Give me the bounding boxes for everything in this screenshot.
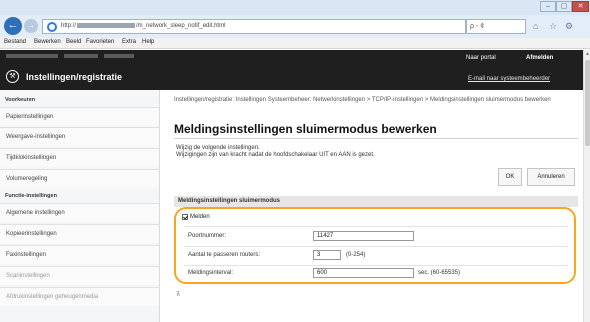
scrollbar-thumb[interactable] <box>585 60 590 146</box>
url-text: http:///m_network_sleep_notif_edit.html <box>61 23 226 30</box>
address-bar[interactable]: http:///m_network_sleep_notif_edit.html <box>42 19 466 34</box>
port-number-input[interactable]: 11427 <box>313 231 414 241</box>
close-button[interactable]: ✕ <box>572 1 589 12</box>
instruction-line-1: Wijzig de volgende instellingen. <box>176 145 260 151</box>
sidebar-item-volume-control[interactable]: Volumeregeling <box>0 169 159 188</box>
sidebar: Voorkeuren Papierinstellingen Weergave-i… <box>0 90 160 322</box>
back-button[interactable]: ← <box>4 17 22 35</box>
sidebar-item-scan-settings[interactable]: Scaninstellingen <box>0 266 159 285</box>
sidebar-item-print-media-settings[interactable]: Afdrukinstellingen geheugenmedia <box>0 287 159 306</box>
app-header: Naar portal Afmelden ⚒ Instellingen/regi… <box>0 50 583 90</box>
app-title: Instellingen/registratie <box>26 72 123 82</box>
menu-item-beeld[interactable]: Beeld <box>66 39 81 45</box>
masked-host <box>77 23 136 28</box>
window-title-bar: – ▢ ✕ <box>0 0 590 15</box>
sidebar-item-general-settings[interactable]: Algemene instellingen <box>0 203 159 222</box>
page-top-icon[interactable]: ⊼ <box>176 291 180 298</box>
routers-label: Aantal te passeren routers: <box>188 252 261 258</box>
notify-checkbox-row[interactable]: Melden <box>182 214 210 221</box>
sidebar-item-copy-settings[interactable]: Kopieerinstellingen <box>0 224 159 243</box>
address-search-input[interactable]: ρ - ¢ <box>466 19 526 34</box>
routers-range-note: (0-254) <box>346 252 366 258</box>
menu-bar: Bestand Bewerken Beeld Favorieten Extra … <box>0 38 590 49</box>
maximize-button[interactable]: ▢ <box>556 1 572 12</box>
interval-label: Meldingsinterval: <box>188 270 234 276</box>
sidebar-section-preferences: Voorkeuren <box>5 97 36 103</box>
cancel-button[interactable]: Annuleren <box>527 168 575 186</box>
menu-item-extra[interactable]: Extra <box>122 39 136 45</box>
page-title: Meldingsinstellingen sluimermodus bewerk… <box>174 122 437 136</box>
row-divider <box>184 226 568 227</box>
minimize-button[interactable]: – <box>540 1 556 12</box>
notify-label: Melden <box>190 214 210 220</box>
browser-window: – ▢ ✕ ← → http:///m_network_sleep_notif_… <box>0 0 590 322</box>
row-divider <box>184 246 568 247</box>
instruction-line-2: Wijzigingen zijn van kracht nadat de hoo… <box>176 152 375 158</box>
home-icon[interactable]: ⌂ <box>533 21 538 31</box>
vertical-scrollbar[interactable]: ▲ <box>583 50 590 322</box>
masked-device-info <box>104 54 134 58</box>
settings-gear-icon[interactable]: ⚙ <box>565 21 573 32</box>
email-admin-link[interactable]: E-mail naar systeembeheerder <box>468 76 550 82</box>
sidebar-section-function-settings: Functie-instellingen <box>5 193 57 199</box>
notify-checkbox[interactable] <box>182 214 188 220</box>
masked-device-name <box>6 54 58 58</box>
ie-page-icon <box>47 22 57 32</box>
sidebar-item-timer-settings[interactable]: Tijdklokinstellingen <box>0 148 159 167</box>
menu-item-help[interactable]: Help <box>142 39 154 45</box>
sidebar-item-paper-settings[interactable]: Papierinstellingen <box>0 107 159 126</box>
menu-item-bestand[interactable]: Bestand <box>4 39 26 45</box>
sidebar-item-fax-settings[interactable]: Faxinstellingen <box>0 245 159 264</box>
ok-button[interactable]: OK <box>498 168 522 186</box>
instructions: Wijzig de volgende instellingen. Wijzigi… <box>176 145 375 159</box>
notify-interval-input[interactable]: 600 <box>313 268 414 278</box>
routers-count-input[interactable]: 3 <box>313 250 341 260</box>
settings-wrench-icon: ⚒ <box>6 70 19 83</box>
portal-link[interactable]: Naar portal <box>466 55 496 61</box>
section-header: Meldingsinstellingen sluimermodus <box>174 196 578 207</box>
menu-item-bewerken[interactable]: Bewerken <box>34 39 61 45</box>
port-label: Poortnummer: <box>188 233 227 239</box>
favorites-star-icon[interactable]: ☆ <box>549 21 557 32</box>
scroll-up-icon[interactable]: ▲ <box>584 51 590 57</box>
logout-link[interactable]: Afmelden <box>526 55 553 61</box>
breadcrumb: Instellingen/registratie: Instellingen S… <box>174 97 551 103</box>
masked-device-model <box>64 54 98 58</box>
navigation-bar: ← → http:///m_network_sleep_notif_edit.h… <box>0 15 590 38</box>
title-divider <box>174 138 578 139</box>
menu-item-favorieten[interactable]: Favorieten <box>86 39 114 45</box>
sidebar-item-display-settings[interactable]: Weergave-instellingen <box>0 127 159 146</box>
interval-unit-note: sec. (60-65535) <box>418 270 461 276</box>
forward-button[interactable]: → <box>24 19 38 33</box>
row-divider <box>184 265 568 266</box>
